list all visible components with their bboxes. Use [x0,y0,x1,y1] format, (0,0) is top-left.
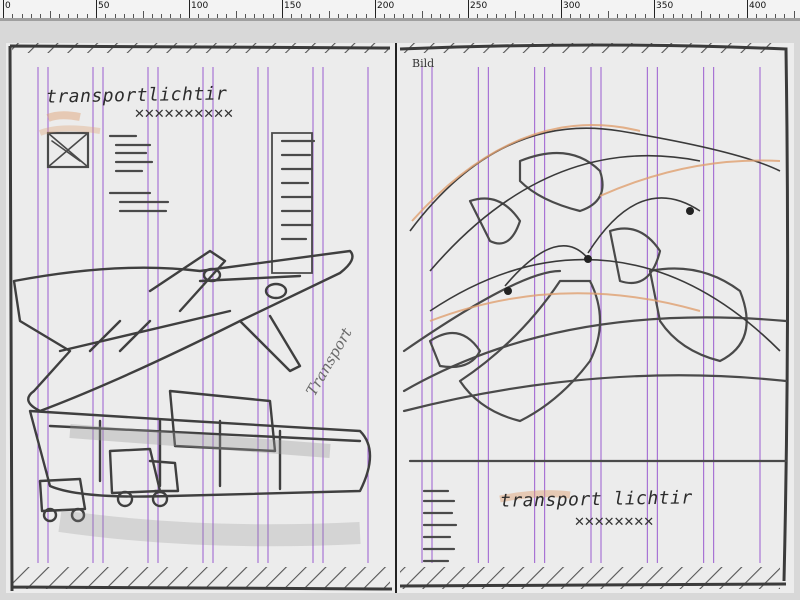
ruler-label: 50 [98,1,110,11]
horizontal-ruler[interactable]: 0 50 100 150 200 250 300 350 400 [0,0,800,19]
image-label: Bild [412,57,435,70]
ruler-minor-tick [700,11,702,18]
ruler-major-tick [282,0,283,18]
ruler-label: 350 [656,1,674,11]
right-rating-stars: ✕✕✕✕✕✕✕✕ [574,515,654,530]
ruler-label: 400 [749,1,767,11]
ruler-minor-tick [49,11,51,18]
ruler-major-tick [375,0,376,18]
ruler-major-tick [3,0,4,18]
layout-canvas[interactable]: transportlichtir ✕✕✕✕✕✕✕✕✕✕ Transport Bi… [0,21,800,600]
ruler-label: 100 [191,1,209,11]
ruler-label: 200 [377,1,395,11]
ruler-major-tick [468,0,469,18]
ruler-major-tick [189,0,190,18]
right-headline[interactable]: transport lichtir [500,487,693,511]
hub-marker [584,255,592,263]
scribble-layout-sketch [6,43,794,593]
ruler-label: 150 [284,1,302,11]
ruler-major-tick [747,0,748,18]
ruler-minor-tick [421,11,423,18]
bottom-hatch-left [12,567,390,589]
ruler-minor-tick [607,11,609,18]
ruler-minor-tick [142,11,144,18]
ruler-major-tick [654,0,655,18]
ruler-minor-tick [793,11,795,18]
left-rating-stars: ✕✕✕✕✕✕✕✕✕✕ [134,107,234,122]
ruler-minor-tick [328,11,330,18]
ruler-minor-tick [235,11,237,18]
ruler-label: 250 [470,1,488,11]
ruler-minor-tick [514,11,516,18]
ruler-label: 0 [5,1,11,11]
ruler-major-tick [561,0,562,18]
ruler-label: 300 [563,1,581,11]
left-headline[interactable]: transportlichtir [46,83,228,107]
hub-marker [504,287,512,295]
ruler-major-tick [96,0,97,18]
hub-marker [686,207,694,215]
